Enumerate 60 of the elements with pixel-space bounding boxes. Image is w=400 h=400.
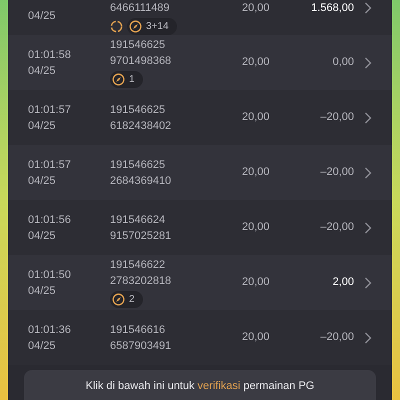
- date-text: 04/25: [28, 284, 57, 298]
- win-amount: 1.568,00: [310, 1, 354, 16]
- bonus-count: 1: [129, 72, 135, 86]
- history-row[interactable]: 01:01:57 04/25 191546625 2684369410 20,00 –20,00: [8, 145, 392, 200]
- transaction-id: 191546622: [110, 258, 166, 273]
- time-text: 01:01:56: [28, 212, 72, 228]
- date-text: 04/25: [28, 174, 57, 188]
- transaction-id: 2684369410: [110, 174, 172, 188]
- chevron-right-icon: [364, 222, 372, 234]
- verification-notice[interactable]: Klik di bawah ini untuk verifikasi permainan PG: [24, 370, 376, 400]
- bet-amount: 20,00: [242, 1, 271, 16]
- chevron-right-icon: [364, 166, 372, 178]
- compass-icon: [112, 293, 125, 306]
- history-row[interactable]: 01:01:50 04/25 191546622 2783202818 2 20,00 2,00: [8, 255, 392, 310]
- win-amount: 2,00: [332, 275, 354, 290]
- notice-text: Klik di bawah ini untuk verifikasi permainan PG: [86, 380, 314, 392]
- spinner-icon: [110, 20, 123, 33]
- win-amount: 0,00: [332, 55, 354, 70]
- transaction-id: 191546625: [110, 102, 166, 118]
- win-amount: –20,00: [319, 330, 354, 346]
- date-text: 04/25: [28, 228, 57, 244]
- chevron-right-icon: [364, 276, 372, 288]
- time-text: 01:01:57: [28, 158, 72, 172]
- chevron-right-icon: [364, 112, 372, 124]
- transaction-id: 6466111489: [110, 1, 171, 16]
- bet-amount: 20,00: [242, 55, 271, 70]
- transaction-id: 191546625: [110, 38, 166, 53]
- chevron-right-icon: [364, 332, 372, 344]
- transaction-id: 191546625: [110, 158, 166, 172]
- win-amount: –20,00: [319, 165, 354, 180]
- time-text: 01:01:57: [28, 102, 72, 118]
- compass-icon: [129, 20, 142, 33]
- bonus-count: 2: [129, 292, 135, 306]
- transaction-id: 6587903491: [110, 338, 172, 354]
- chevron-right-icon: [364, 2, 372, 14]
- bet-amount: 20,00: [242, 220, 271, 236]
- win-amount: –20,00: [319, 110, 354, 126]
- transaction-id: 9701498368: [110, 54, 172, 69]
- time-text: 01:01:36: [28, 322, 72, 338]
- win-amount: –20,00: [319, 220, 354, 236]
- chevron-right-icon: [364, 56, 372, 68]
- transaction-id: 191546616: [110, 322, 166, 338]
- time-text: 01:01:58: [28, 48, 72, 62]
- history-row[interactable]: 01:01:58 04/25 191546625 9701498368 1 20,00 0,00: [8, 35, 392, 90]
- transaction-id: 9157025281: [110, 228, 172, 244]
- date-text: 04/25: [28, 338, 57, 354]
- date-text: 04/25: [28, 9, 57, 24]
- compass-icon: [112, 73, 125, 86]
- bet-amount: 20,00: [242, 330, 271, 346]
- time-text: 01:01:50: [28, 268, 72, 282]
- transaction-id: 191546624: [110, 212, 166, 228]
- verify-link[interactable]: verifikasi: [198, 380, 240, 392]
- bet-amount: 20,00: [242, 110, 271, 126]
- bet-amount: 20,00: [242, 275, 271, 290]
- transaction-id: 6182438402: [110, 118, 172, 134]
- bonus-count: 3+14: [146, 20, 169, 34]
- bet-amount: 20,00: [242, 165, 271, 180]
- date-text: 04/25: [28, 118, 57, 134]
- date-text: 04/25: [28, 64, 57, 78]
- transaction-id: 2783202818: [110, 274, 172, 289]
